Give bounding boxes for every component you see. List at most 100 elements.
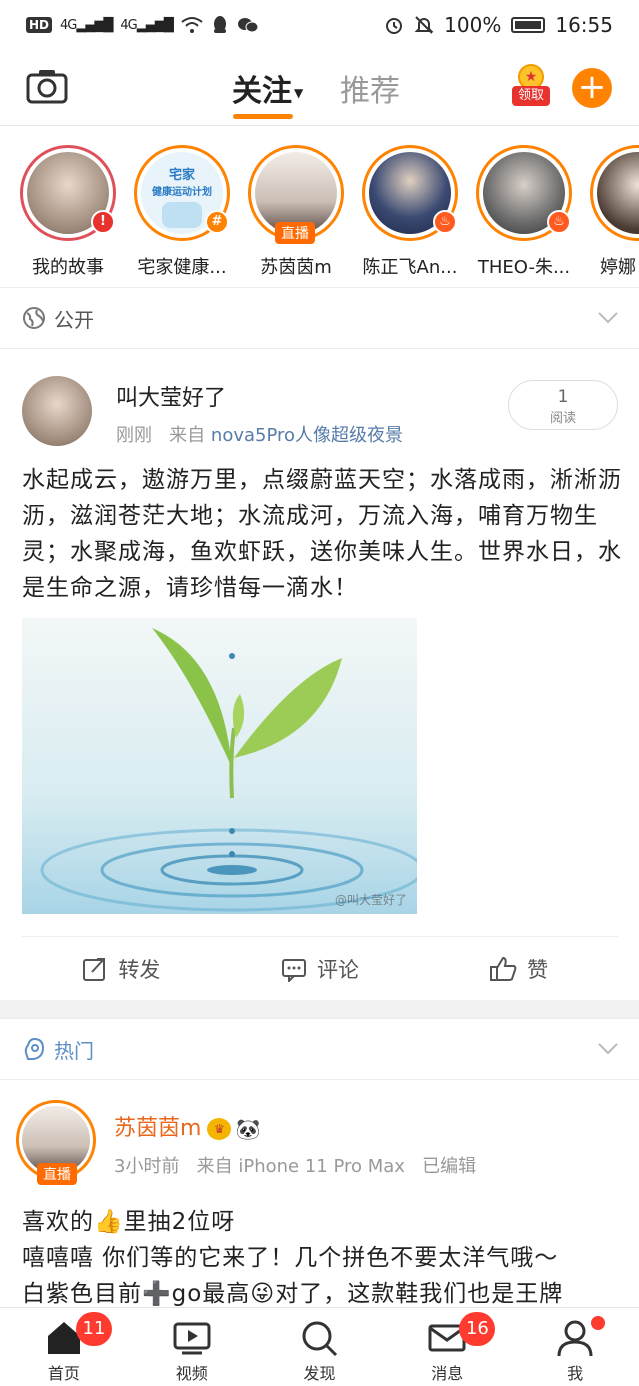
story-item[interactable]: 直播 苏茵茵m — [238, 145, 354, 279]
post2-avatar-ring[interactable]: 直播 — [16, 1100, 96, 1185]
tab-discover[interactable]: 发现 — [256, 1308, 384, 1386]
vip-crown-icon: ♛ — [207, 1118, 232, 1140]
story-card-title: 宅家 — [168, 168, 195, 183]
hot-tag-icon — [24, 1037, 45, 1060]
story-name: 苏茵茵m — [260, 257, 332, 278]
compose-plus-button[interactable]: + — [572, 68, 612, 108]
clock-time: 16:55 — [555, 13, 613, 37]
story-name: 婷娜 — [600, 257, 636, 278]
repost-button[interactable]: 转发 — [22, 937, 221, 1000]
chevron-down-icon[interactable] — [597, 1037, 619, 1059]
post-meta: 3小时前 来自 iPhone 11 Pro Max 已编辑 — [114, 1152, 476, 1178]
video-icon — [173, 1322, 211, 1355]
story-name: 陈正飞An... — [362, 257, 458, 278]
image-watermark: @叫大莹好了 — [334, 893, 407, 907]
story-item[interactable]: 宅家 健康运动计划 # 宅家健康... — [124, 145, 240, 279]
wechat-icon — [237, 18, 259, 33]
tab-video[interactable]: 视频 — [128, 1308, 256, 1386]
bottom-tab-bar: 首页 11 视频 发现 消息 16 我 — [0, 1307, 639, 1386]
chevron-down-icon[interactable] — [597, 306, 619, 328]
claim-reward-button[interactable]: ★ 领取 — [512, 64, 550, 108]
like-button[interactable]: 赞 — [419, 937, 618, 1000]
battery-icon — [511, 17, 546, 33]
story-item[interactable]: ♨ 陈正飞An... — [352, 145, 468, 279]
stories-row: ! 我的故事 宅家 健康运动计划 # 宅家健康... 直播 苏茵茵m ♨ 陈正飞… — [0, 127, 639, 287]
panda-icon: 🐼 — [235, 1117, 261, 1141]
active-tab-indicator — [233, 114, 293, 119]
alert-badge-icon: ! — [91, 210, 115, 234]
status-bar: HD 4G▂▄▆█ 4G▂▄▆█ 100% 16:55 — [0, 0, 639, 50]
tab-messages-label: 消息 — [431, 1364, 464, 1383]
battery-percent: 100% — [444, 13, 502, 37]
mute-icon — [414, 16, 434, 34]
fire-badge-icon: ♨ — [547, 210, 571, 234]
search-icon — [302, 1321, 338, 1357]
signal-icon-2: 4G▂▄▆█ — [120, 17, 173, 33]
live-badge: 直播 — [37, 1163, 77, 1185]
comment-button[interactable]: 评论 — [221, 937, 420, 1000]
post-image[interactable]: @叫大莹好了 — [22, 618, 417, 914]
caret-down-icon: ▼ — [294, 85, 304, 100]
avatar — [597, 152, 639, 234]
story-item[interactable]: ! 我的故事 — [10, 145, 126, 279]
post-source[interactable]: nova5Pro人像超级夜景 — [211, 425, 403, 446]
post-body-text: 水起成云，遨游万里，点缀蔚蓝天空；水落成雨，淅淅沥沥，滋润苍茫大地；水流成河，万… — [22, 467, 622, 601]
section-label: 公开 — [54, 307, 94, 332]
story-name: 我的故事 — [32, 257, 104, 278]
tab-me[interactable]: 我 — [511, 1308, 639, 1386]
hd-icon: HD — [26, 17, 53, 33]
hashtag-badge-icon: # — [205, 210, 229, 234]
fire-badge-icon: ♨ — [433, 210, 457, 234]
tab-discover-label: 发现 — [303, 1364, 336, 1383]
post-source: iPhone 11 Pro Max — [238, 1156, 405, 1177]
tab-follow[interactable]: 关注 ▼ — [232, 66, 303, 110]
read-count-button[interactable]: 1 阅读 — [508, 380, 618, 430]
avatar[interactable] — [22, 376, 92, 446]
hot-section-header[interactable]: 热门 — [0, 1018, 639, 1080]
story-item[interactable]: ♨ THEO-朱... — [466, 145, 582, 279]
repost-label: 转发 — [118, 957, 161, 982]
live-badge: 直播 — [275, 222, 315, 244]
tab-recommend[interactable]: 推荐 — [340, 66, 400, 110]
top-nav: 关注 ▼ 推荐 ★ 领取 + — [0, 50, 639, 126]
sprout-water-illustration — [40, 628, 417, 912]
profile-icon — [557, 1320, 593, 1357]
author-name-text: 苏茵茵m — [114, 1116, 202, 1141]
comment-label: 评论 — [317, 957, 359, 982]
signal-icon-1: 4G▂▄▆█ — [60, 17, 113, 33]
comment-icon — [282, 958, 306, 982]
post-author-name[interactable]: 苏茵茵m ♛ 🐼 — [114, 1110, 260, 1142]
story-name: 宅家健康... — [137, 257, 227, 278]
post-meta: 刚刚 来自 nova5Pro人像超级夜景 — [116, 421, 403, 447]
post-body-text: 喜欢的👍里抽2位呀 嘻嘻嘻 你们等的它来了！几个拼色不要太洋气哦～ 白紫色目前➕… — [22, 1204, 622, 1312]
tab-follow-label: 关注 — [232, 74, 292, 109]
section-label: 热门 — [54, 1038, 94, 1063]
camera-icon[interactable] — [26, 68, 68, 104]
claim-label: 领取 — [512, 86, 550, 106]
thumbs-up-icon — [490, 956, 517, 981]
messages-badge: 16 — [459, 1312, 496, 1346]
read-count: 1 — [557, 387, 569, 407]
post-edited: 已编辑 — [422, 1156, 477, 1177]
story-item[interactable]: 婷娜 — [580, 145, 639, 279]
like-label: 赞 — [527, 957, 549, 982]
home-badge: 11 — [76, 1312, 112, 1346]
globe-icon — [23, 307, 45, 329]
feed-divider — [0, 1000, 639, 1018]
tab-messages[interactable]: 消息 16 — [383, 1308, 511, 1386]
alarm-icon — [386, 18, 403, 34]
post-time: 3小时前 — [114, 1156, 180, 1177]
post-line: 嘻嘻嘻 你们等的它来了！几个拼色不要太洋气哦～ — [22, 1245, 559, 1271]
tab-home-label: 首页 — [47, 1364, 80, 1383]
post-from: 来自 — [169, 425, 206, 446]
story-card-subtitle: 健康运动计划 — [152, 187, 212, 198]
wifi-icon — [181, 17, 203, 33]
post-from: 来自 — [196, 1156, 233, 1177]
qq-icon — [213, 16, 226, 33]
post-author-name[interactable]: 叫大莹好了 — [116, 380, 226, 412]
repost-icon — [83, 957, 106, 981]
tab-home[interactable]: 首页 11 — [0, 1308, 128, 1386]
visibility-filter[interactable]: 公开 — [0, 287, 639, 349]
post-line: 喜欢的👍里抽2位呀 — [22, 1209, 236, 1235]
tab-me-label: 我 — [567, 1364, 584, 1383]
